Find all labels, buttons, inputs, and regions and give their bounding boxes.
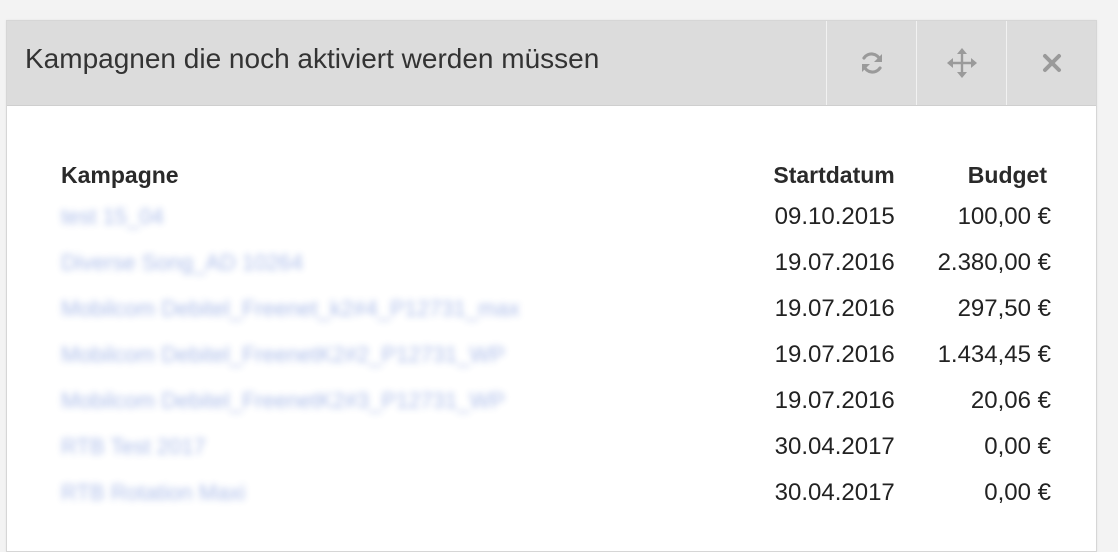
campaign-link[interactable]: Mobilcom Debitel_FreenetK2#3_P12731_WP [61,388,505,413]
budget-cell: 1.434,45 € [937,341,1051,368]
campaign-link[interactable]: RTB Rotation Maxi [61,480,245,505]
budget-cell: 20,06 € [970,387,1051,414]
refresh-button[interactable] [826,21,916,105]
campaign-cell: Mobilcom Debitel_FreenetK2#3_P12731_WP [51,378,722,424]
close-button[interactable] [1006,21,1097,105]
campaigns-table: Kampagne Startdatum Budget test 15_04 09… [51,156,1051,516]
table-row: RTB Test 2017 30.04.2017 0,00 € [51,424,1051,470]
campaign-link[interactable]: Mobilcom Debitel_Freenet_k2#4_P12731_max [61,296,520,321]
column-header-campaign[interactable]: Kampagne [51,156,722,194]
campaign-link[interactable]: Diverse Song_AD 10264 [61,250,303,275]
table-row: Mobilcom Debitel_FreenetK2#3_P12731_WP 1… [51,378,1051,424]
campaign-link[interactable]: test 15_04 [61,204,164,229]
table-row: test 15_04 09.10.2015 100,00 € [51,194,1051,240]
start-date-cell: 19.07.2016 [774,249,895,276]
start-date-cell: 30.04.2017 [774,433,895,460]
move-icon [946,47,978,79]
start-date-cell: 09.10.2015 [774,203,895,230]
campaign-link[interactable]: RTB Test 2017 [61,434,206,459]
refresh-icon [858,49,886,77]
table-header-row: Kampagne Startdatum Budget [51,156,1051,194]
start-date-cell: 19.07.2016 [774,341,895,368]
widget-header: Kampagnen die noch aktiviert werden müss… [7,21,1096,106]
budget-cell: 0,00 € [984,479,1051,506]
table-row: RTB Rotation Maxi 30.04.2017 0,00 € [51,470,1051,516]
table-row: Mobilcom Debitel_Freenet_k2#4_P12731_max… [51,286,1051,332]
column-header-start-date[interactable]: Startdatum [722,156,894,194]
close-icon [1041,52,1063,74]
widget-title: Kampagnen die noch aktiviert werden müss… [25,43,600,74]
campaign-link[interactable]: Mobilcom Debitel_FreenetK2#2_P12731_WP [61,342,505,367]
start-date-cell: 19.07.2016 [774,295,895,322]
campaign-cell: Diverse Song_AD 10264 [51,240,722,286]
budget-cell: 2.380,00 € [937,249,1051,276]
campaign-cell: RTB Test 2017 [51,424,722,470]
budget-cell: 297,50 € [957,295,1051,322]
table-row: Mobilcom Debitel_FreenetK2#2_P12731_WP 1… [51,332,1051,378]
budget-cell: 0,00 € [984,433,1051,460]
campaigns-widget: Kampagnen die noch aktiviert werden müss… [6,20,1097,552]
start-date-cell: 19.07.2016 [774,387,895,414]
start-date-cell: 30.04.2017 [774,479,895,506]
campaign-cell: RTB Rotation Maxi [51,470,722,516]
campaign-cell: test 15_04 [51,194,722,240]
move-button[interactable] [916,21,1006,105]
budget-cell: 100,00 € [957,203,1051,230]
table-row: Diverse Song_AD 10264 19.07.2016 2.380,0… [51,240,1051,286]
campaign-cell: Mobilcom Debitel_FreenetK2#2_P12731_WP [51,332,722,378]
column-header-budget[interactable]: Budget [895,156,1051,194]
campaign-cell: Mobilcom Debitel_Freenet_k2#4_P12731_max [51,286,722,332]
